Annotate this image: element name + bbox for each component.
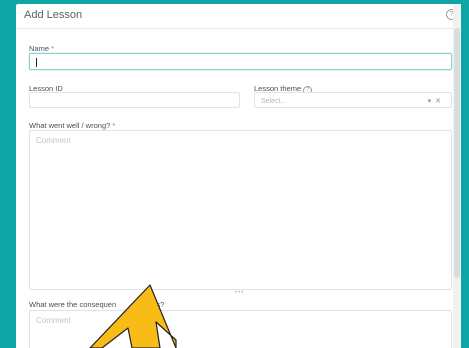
consequences-label-text: What were the consequen xyxy=(29,300,117,309)
resize-handle-icon[interactable]: ••• xyxy=(235,290,244,296)
close-icon[interactable]: ✕ xyxy=(435,98,445,105)
lesson-theme-select[interactable]: Select... ▾✕ xyxy=(254,92,452,108)
text-caret xyxy=(36,58,37,67)
dialog-title: Add Lesson xyxy=(24,9,83,21)
went-well-label: What went well / wrong? * xyxy=(29,121,115,130)
consequences-textarea[interactable]: Comment xyxy=(29,310,452,348)
consequences-label: What were the consequen / actions? xyxy=(29,300,164,309)
add-lesson-dialog: Add Lesson ? Name * Lesson ID Lesson the… xyxy=(16,4,461,348)
select-placeholder: Select... xyxy=(261,98,287,105)
required-mark: * xyxy=(51,44,55,53)
name-label: Name * xyxy=(29,44,54,53)
required-mark: * xyxy=(112,121,116,130)
name-label-text: Name xyxy=(29,44,50,53)
scrollbar-thumb[interactable] xyxy=(454,28,460,278)
textarea-placeholder: Comment xyxy=(36,316,71,325)
textarea-placeholder: Comment xyxy=(36,136,71,145)
lesson-id-input[interactable] xyxy=(29,92,240,108)
name-input[interactable] xyxy=(29,53,452,70)
consequences-label-text-end: / actions? xyxy=(132,300,165,309)
header-divider xyxy=(16,28,461,29)
went-well-textarea[interactable]: Comment xyxy=(29,130,452,290)
scrollbar[interactable] xyxy=(453,4,461,348)
went-well-label-text: What went well / wrong? xyxy=(29,121,111,130)
chevron-down-icon[interactable]: ▾ xyxy=(428,98,436,105)
select-controls: ▾✕ xyxy=(428,97,445,105)
